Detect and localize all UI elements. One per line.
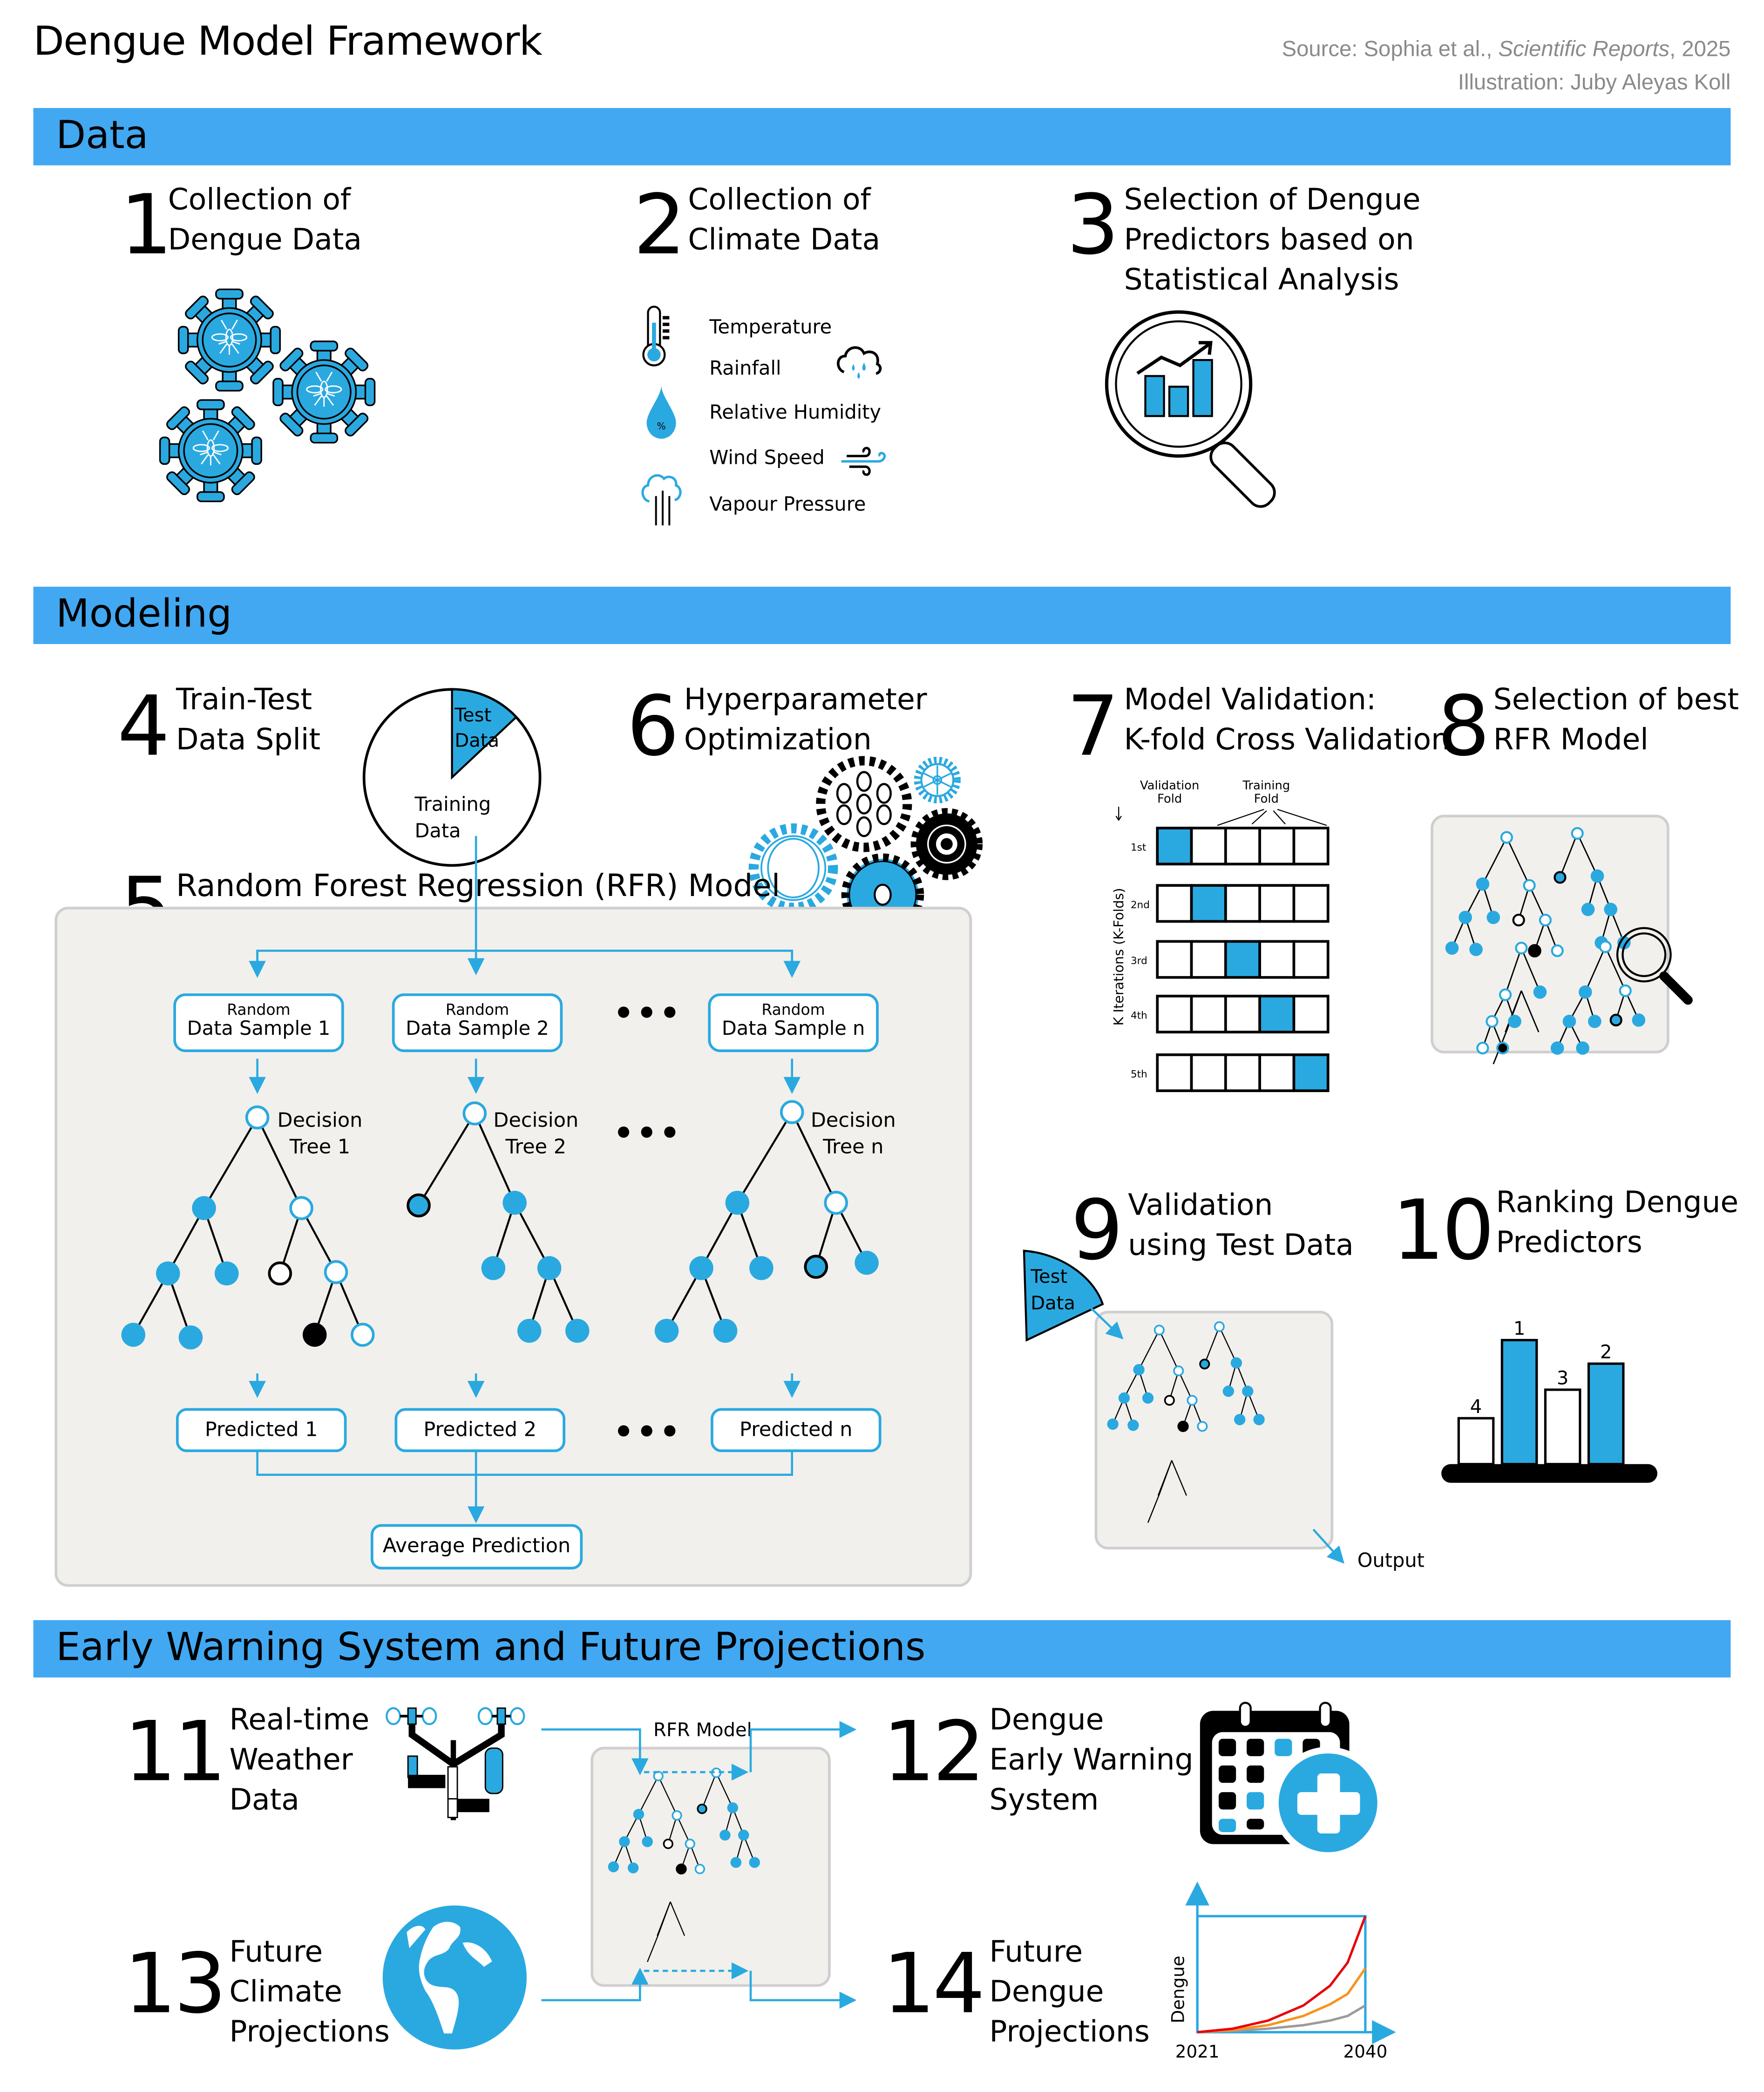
step-12-line3: System (989, 1784, 1099, 1818)
series-line-high (1197, 1915, 1367, 2034)
step-title-13: Future Climate Projections (229, 1934, 389, 2054)
series-line-medium (1197, 1968, 1367, 2034)
infographic: Dengue Model Framework Source: Sophia et… (0, 0, 1764, 2092)
globe-icon (382, 1905, 527, 2050)
step-13-line2: Climate (229, 1976, 342, 2010)
step-number-12: 12 (882, 1703, 985, 1800)
step-title-12: Dengue Early Warning System (989, 1701, 1193, 1821)
ews-flow-arrows (541, 1721, 857, 2009)
step-12-line1: Dengue (989, 1704, 1104, 1738)
step-number-14: 14 (882, 1935, 985, 2032)
step-number-13: 13 (124, 1935, 226, 2032)
dengue-projection-chart: Dengue 2021 2040 (1168, 1881, 1396, 2062)
x-tick-label: 2021 (1175, 2041, 1220, 2062)
step-title-14: Future Dengue Projections (989, 1934, 1149, 2054)
y-axis-label: Dengue (1168, 1956, 1188, 2023)
step-12-line2: Early Warning (989, 1744, 1194, 1778)
step-14-line1: Future (989, 1936, 1083, 1970)
step-13-line1: Future (229, 1936, 323, 1970)
step-14-line2: Dengue (989, 1976, 1104, 2010)
calendar-medical-icon (1200, 1702, 1384, 1859)
series-line-low (1197, 2004, 1366, 2034)
step-13-line3: Projections (229, 2016, 390, 2050)
x-tick-label: 2040 (1343, 2041, 1388, 2062)
step-14-line3: Projections (989, 2016, 1150, 2050)
